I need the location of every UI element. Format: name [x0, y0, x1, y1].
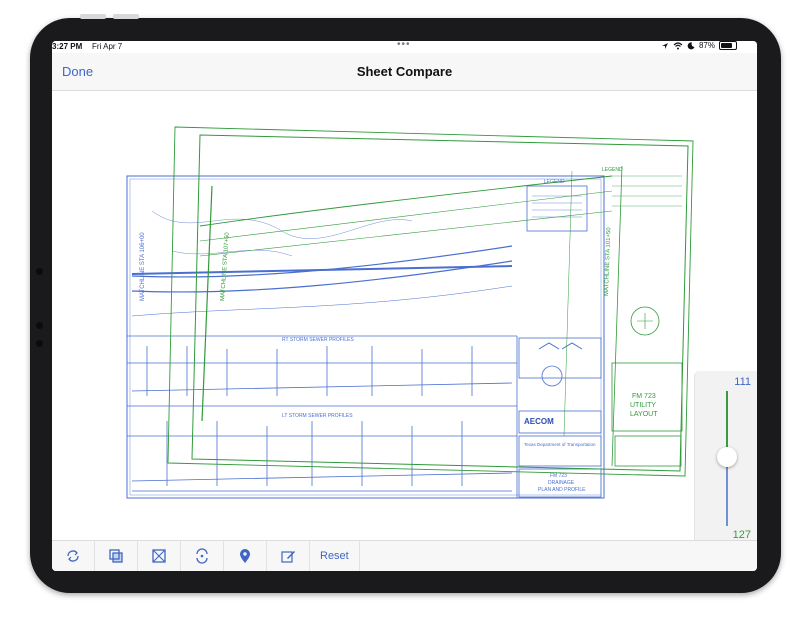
blue-title-3: PLAN AND PROFILE [538, 487, 586, 493]
moon-icon [687, 41, 695, 49]
green-title-1: FM 723 [632, 393, 656, 400]
sensor-dot [36, 322, 43, 329]
align-icon [152, 549, 166, 563]
green-sheet [167, 126, 694, 477]
blue-title-1: FM 723 [550, 473, 567, 479]
multitask-dots[interactable]: ••• [397, 41, 411, 50]
location-arrow-icon [661, 42, 668, 49]
location-pin-icon [240, 549, 250, 563]
page-title: Sheet Compare [356, 64, 453, 79]
swap-sheets-icon [67, 550, 79, 562]
status-bar: 3:27 PM Fri Apr 7 ••• 87% [52, 41, 757, 53]
navigation-bar: Done Sheet Compare [52, 53, 757, 91]
aecom-logo-text: AECOM [524, 417, 554, 426]
slider-top-value: 111 [734, 376, 751, 388]
rotate-button[interactable] [181, 541, 224, 571]
green-legend-label: LEGEND [602, 167, 623, 173]
wifi-icon [673, 41, 683, 49]
overlay-icon [109, 549, 123, 563]
sheet-compare-canvas[interactable]: MATCHLINE STA 106+00 RT STORM SEWER PROF… [52, 91, 757, 543]
green-matchline-right: MATCHLINE STA 101+50 [604, 227, 612, 296]
overlay-mode-button[interactable] [95, 541, 138, 571]
slider-thumb[interactable] [717, 447, 737, 467]
green-title-3: LAYOUT [630, 411, 658, 418]
camera-dot [36, 268, 43, 275]
overlay-drawing[interactable]: MATCHLINE STA 106+00 RT STORM SEWER PROF… [52, 91, 757, 543]
reset-button[interactable]: Reset [310, 541, 360, 571]
status-indicators: 87% [661, 41, 737, 50]
rotate-icon [196, 548, 208, 564]
lt-profile-label: LT STORM SEWER PROFILES [282, 413, 353, 419]
edit-note-icon [281, 551, 295, 563]
status-date: Fri Apr 7 [92, 42, 123, 51]
txdot-label: Texas Department of Transportation [524, 442, 596, 447]
blue-sheet [126, 175, 605, 499]
swap-sheets-button[interactable] [52, 541, 95, 571]
blue-matchline-label: MATCHLINE STA 106+00 [140, 232, 146, 301]
battery-percent: 87% [698, 41, 715, 50]
app-screen: 3:27 PM Fri Apr 7 ••• 87% Done Sheet Com… [52, 41, 757, 571]
rt-profile-label: RT STORM SEWER PROFILES [282, 337, 354, 343]
battery-icon [719, 41, 737, 50]
align-sheets-button[interactable] [138, 541, 181, 571]
opacity-slider-panel: 111 127 [694, 371, 757, 543]
status-time: 3:27 PM [52, 42, 83, 51]
pin-button[interactable] [224, 541, 267, 571]
sensor-dot [36, 340, 43, 347]
annotate-button[interactable] [267, 541, 310, 571]
volume-button [113, 14, 139, 19]
bottom-toolbar: Reset [52, 540, 757, 571]
green-title-2: UTILITY [630, 402, 656, 409]
blue-title-2: DRAINAGE [548, 480, 575, 486]
volume-button [80, 14, 106, 19]
